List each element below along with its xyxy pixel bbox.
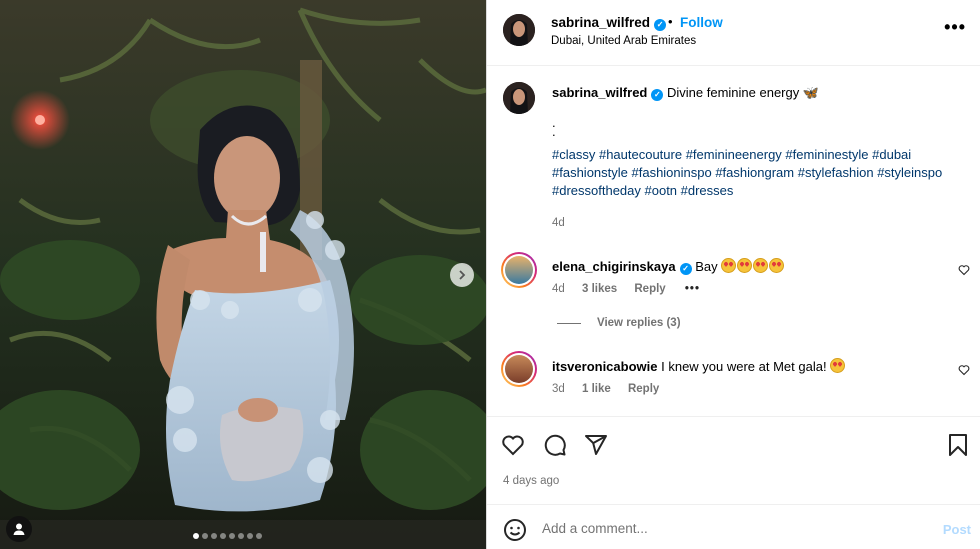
emoji-icon[interactable]	[503, 518, 527, 542]
add-comment-bar: Post	[487, 504, 980, 549]
comment-likes[interactable]: 3 likes	[582, 283, 617, 295]
carousel-dot	[211, 533, 217, 539]
verified-icon: ✓	[654, 19, 667, 31]
like-comment-heart-icon[interactable]	[958, 264, 970, 276]
post-image	[0, 0, 486, 549]
bookmark-icon[interactable]	[947, 433, 969, 457]
comment-text: I knew you were at Met gala!	[661, 359, 827, 374]
comment-likes[interactable]: 1 like	[582, 383, 611, 395]
chevron-right-icon	[459, 270, 466, 280]
tag-user-icon	[13, 523, 25, 535]
carousel-dot	[256, 533, 262, 539]
share-icon[interactable]	[584, 433, 608, 457]
carousel-dot	[202, 533, 208, 539]
comment-text: Bay	[695, 259, 718, 274]
caption-text: Divine feminine energy 🦋	[667, 85, 820, 100]
view-replies-line	[557, 322, 581, 324]
comment-meta: 3d 1 like Reply	[552, 383, 659, 395]
caption: sabrina_wilfred ✓ Divine feminine energy …	[552, 84, 952, 102]
comment-body: itsveronicabowie I knew you were at Met …	[552, 358, 846, 374]
comment-reply-button[interactable]: Reply	[634, 283, 665, 295]
carousel-indicator	[193, 533, 262, 539]
follow-button[interactable]: Follow	[680, 15, 723, 30]
post-photo[interactable]	[0, 0, 486, 549]
commenter-avatar[interactable]	[501, 252, 537, 288]
comment-more-button[interactable]: •••	[685, 283, 700, 295]
comment-icon[interactable]	[543, 433, 567, 457]
comment-reply-button[interactable]: Reply	[628, 383, 659, 395]
caption-author-avatar[interactable]	[503, 82, 535, 114]
carousel-next-button[interactable]	[450, 263, 474, 287]
tagged-users-button[interactable]	[6, 516, 32, 542]
commenter-username[interactable]: itsveronicabowie	[552, 359, 657, 374]
carousel-dot	[220, 533, 226, 539]
carousel-dot	[238, 533, 244, 539]
author-username[interactable]: sabrina_wilfred ✓	[551, 15, 667, 31]
view-replies-label: View replies (3)	[597, 317, 681, 329]
carousel-dot	[193, 533, 199, 539]
comment-input[interactable]	[542, 517, 922, 539]
caption-timestamp[interactable]: 4d	[552, 217, 565, 229]
caption-dot: .	[552, 115, 556, 130]
comment-age[interactable]: 4d	[552, 283, 565, 295]
comment-meta: 4d 3 likes Reply •••	[552, 283, 700, 295]
post-header: sabrina_wilfred ✓ • Follow Dubai, United …	[487, 0, 980, 66]
post-location[interactable]: Dubai, United Arab Emirates	[551, 35, 696, 47]
view-replies-button[interactable]: View replies (3)	[557, 317, 681, 329]
post-side-panel: sabrina_wilfred ✓ • Follow Dubai, United …	[486, 0, 980, 549]
caption-hashtags-block: . . #classy #hautecouture #feminineenerg…	[552, 115, 962, 200]
verified-icon: ✓	[651, 89, 664, 101]
comment-body: elena_chigirinskaya ✓ Bay	[552, 258, 785, 275]
carousel-dot	[229, 533, 235, 539]
emoji-star-struck	[830, 358, 846, 373]
author-avatar[interactable]	[503, 14, 535, 46]
verified-icon: ✓	[679, 263, 692, 275]
more-options-button[interactable]: •••	[944, 18, 966, 36]
commenter-username[interactable]: elena_chigirinskaya	[552, 259, 676, 274]
heart-icon[interactable]	[501, 433, 525, 457]
carousel-dot	[247, 533, 253, 539]
post-modal: sabrina_wilfred ✓ • Follow Dubai, United …	[0, 0, 980, 549]
hashtag-list[interactable]: #classy #hautecouture #feminineenergy #f…	[552, 147, 942, 198]
commenter-avatar[interactable]	[501, 351, 537, 387]
post-actions	[487, 416, 980, 468]
post-comment-button[interactable]: Post	[943, 522, 971, 537]
caption-dot: .	[552, 124, 556, 139]
comment-age[interactable]: 3d	[552, 383, 565, 395]
caption-username[interactable]: sabrina_wilfred	[552, 85, 647, 100]
emoji-star-struck	[721, 258, 785, 274]
post-timestamp[interactable]: 4 days ago	[503, 475, 559, 487]
like-comment-heart-icon[interactable]	[958, 364, 970, 376]
header-separator: •	[668, 14, 673, 29]
